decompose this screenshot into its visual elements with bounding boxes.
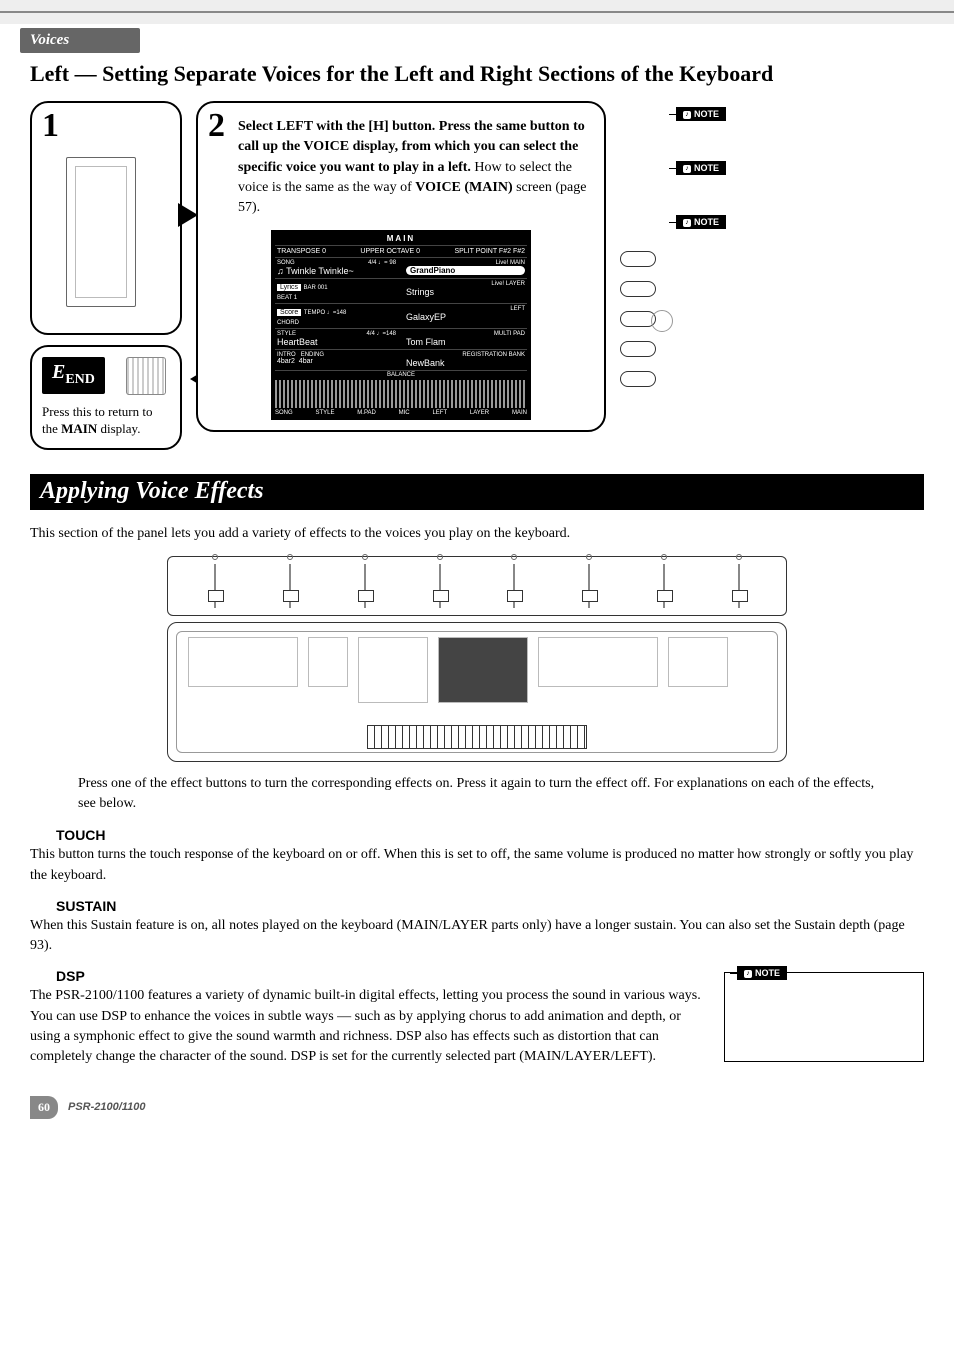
intro-paragraph: This section of the panel lets you add a… [30,524,924,544]
page-title: Left — Setting Separate Voices for the L… [30,61,924,87]
note-tag-2: ♪NOTE [676,161,726,175]
keyboard-diagram-icon [66,157,136,307]
screen-left-voice: GalaxyEP [406,312,525,322]
step-2-instructions: Select LEFT with the [H] button. Press t… [238,117,594,218]
page-footer: 60 PSR-2100/1100 [30,1096,924,1119]
step-2-number: 2 [208,107,225,145]
lcd-main-screen: MAIN TRANSPOSE 0 UPPER OCTAVE 0 SPLIT PO… [271,230,531,420]
dsp-note-box: ♪NOTE [724,972,924,1062]
screen-lyrics-button: Lyrics [277,284,301,291]
screen-transpose: TRANSPOSE 0 [277,248,326,255]
screen-title: MAIN [275,234,527,243]
screen-split-point: SPLIT POINT F#2 F#2 [454,248,525,255]
panel-button-j [620,371,656,387]
panel-button-f [620,251,656,267]
side-button-column [620,251,656,387]
sustain-body: When this Sustain feature is on, all not… [30,916,924,957]
top-gradient-bar [0,0,954,24]
end-label: EEND [42,357,105,394]
note-tag-3: ♪NOTE [676,215,726,229]
panel-button-h [620,311,656,327]
panel-caption: Press one of the effect buttons to turn … [78,774,876,813]
dsp-note-tag: ♪NOTE [737,966,787,980]
panel-main-body [167,622,787,762]
model-label: PSR-2100/1100 [68,1101,145,1113]
screen-layer-voice: Strings [406,287,525,297]
screen-style-name: HeartBeat [277,337,396,347]
section-banner: Applying Voice Effects [30,474,924,510]
note-tag-1: ♪NOTE [676,107,726,121]
panel-slider-row [167,556,787,616]
touch-body: This button turns the touch response of … [30,845,924,886]
screen-upper-octave: UPPER OCTAVE 0 [360,248,420,255]
panel-button-g [620,281,656,297]
note-column: ♪NOTE ♪NOTE ♪NOTE [676,107,726,229]
dsp-heading: DSP [56,968,708,984]
page-number-badge: 60 [30,1096,58,1119]
content-area: 1 EEND Press this to return to the MAIN … [0,101,954,1149]
end-caption: Press this to return to the MAIN display… [42,404,170,438]
screen-score-button: Score [277,309,301,316]
arrow-right-icon [178,203,198,227]
dsp-body: The PSR-2100/1100 features a variety of … [30,986,708,1067]
step-1-number: 1 [42,107,59,145]
sustain-heading: SUSTAIN [56,898,924,914]
screen-regbank-name: NewBank [406,358,525,368]
keyboard-panel-illustration [167,556,787,762]
panel-button-i [620,341,656,357]
touch-heading: TOUCH [56,827,924,843]
mini-keyboard-icon [367,725,587,749]
screen-balance-labels: SONG STYLE M.PAD MIC LEFT LAYER MAIN [275,410,527,416]
section-header: Voices [20,28,140,53]
mini-keypad-icon [126,357,166,395]
screen-balance-mixer [275,380,527,408]
screen-main-voice: GrandPiano [406,266,525,275]
step-2-box: 2 Select LEFT with the [H] button. Press… [196,101,606,432]
screen-multipad-name: Tom Flam [406,337,525,347]
step-1-box: 1 [30,101,182,335]
end-box: EEND Press this to return to the MAIN di… [30,345,182,450]
screen-song-name: ♫ Twinkle Twinkle~ [277,266,396,276]
